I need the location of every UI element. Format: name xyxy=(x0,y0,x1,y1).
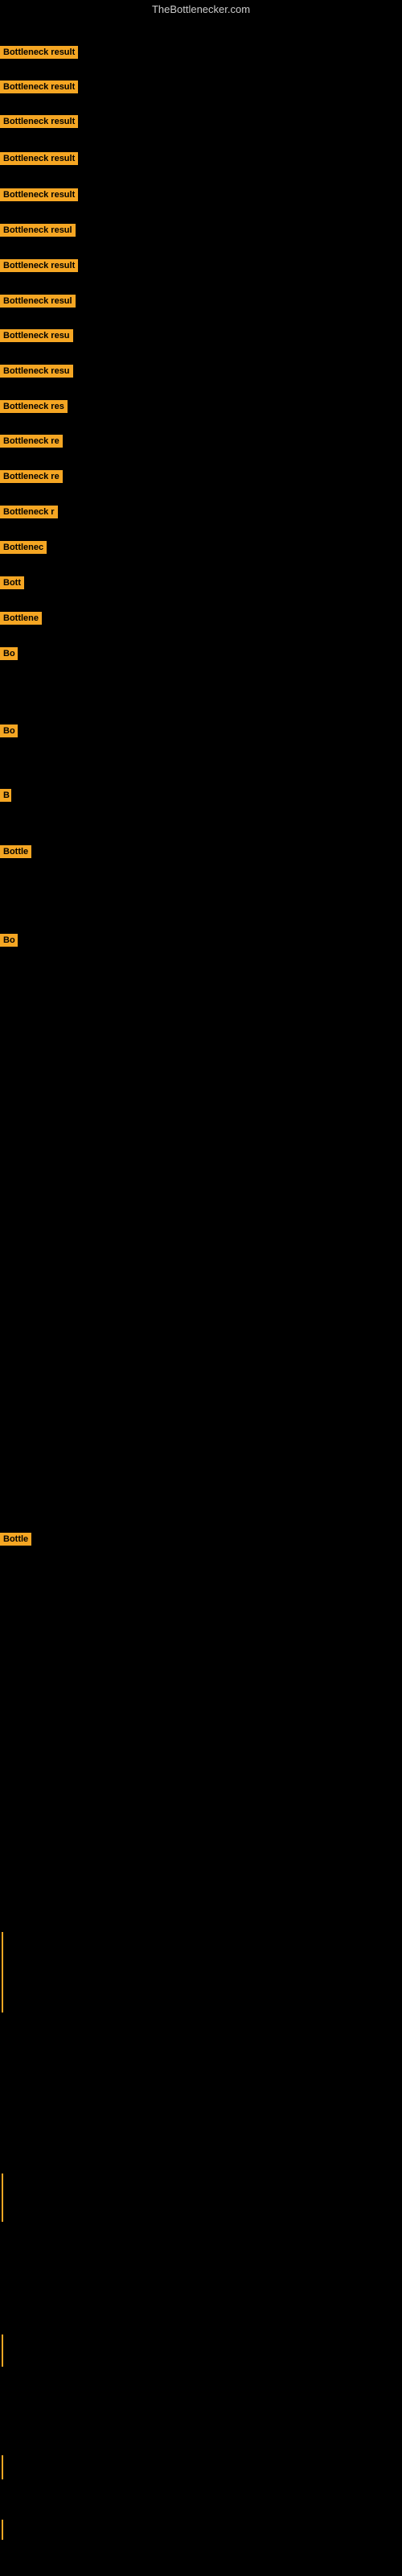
badge-label-22: Bo xyxy=(0,934,18,947)
site-title: TheBottlenecker.com xyxy=(0,0,402,19)
badge-label-16: Bott xyxy=(0,576,24,589)
bottleneck-badge-12: Bottleneck re xyxy=(0,435,63,452)
bottleneck-badge-4: Bottleneck result xyxy=(0,152,78,169)
bottleneck-badge-9: Bottleneck resu xyxy=(0,329,73,346)
badge-label-10: Bottleneck resu xyxy=(0,365,73,378)
vertical-line-2 xyxy=(2,2174,3,2222)
bottleneck-badge-6: Bottleneck resul xyxy=(0,224,76,241)
badge-label-9: Bottleneck resu xyxy=(0,329,73,342)
bottleneck-badge-13: Bottleneck re xyxy=(0,470,63,487)
bottleneck-badge-19: Bo xyxy=(0,724,18,741)
badge-label-15: Bottlenec xyxy=(0,541,47,554)
badge-label-21: Bottle xyxy=(0,845,31,858)
bottleneck-badge-16: Bott xyxy=(0,576,24,593)
bottleneck-badge-5: Bottleneck result xyxy=(0,188,78,205)
bottleneck-badge-10: Bottleneck resu xyxy=(0,365,73,382)
badge-label-2: Bottleneck result xyxy=(0,80,78,93)
badge-label-8: Bottleneck resul xyxy=(0,295,76,308)
bottleneck-badge-11: Bottleneck res xyxy=(0,400,68,417)
badge-label-5: Bottleneck result xyxy=(0,188,78,201)
badge-label-23: Bottle xyxy=(0,1533,31,1546)
bottleneck-badge-20: B xyxy=(0,789,11,806)
vertical-line-3 xyxy=(2,2334,3,2367)
badge-label-18: Bo xyxy=(0,647,18,660)
badge-label-6: Bottleneck resul xyxy=(0,224,76,237)
badge-label-1: Bottleneck result xyxy=(0,46,78,59)
badge-label-20: B xyxy=(0,789,11,802)
badge-label-19: Bo xyxy=(0,724,18,737)
badge-label-7: Bottleneck result xyxy=(0,259,78,272)
bottleneck-badge-8: Bottleneck resul xyxy=(0,295,76,312)
bottleneck-badge-1: Bottleneck result xyxy=(0,46,78,63)
bottleneck-badge-14: Bottleneck r xyxy=(0,506,58,522)
bottleneck-badge-21: Bottle xyxy=(0,845,31,862)
badge-label-17: Bottlene xyxy=(0,612,42,625)
badge-label-14: Bottleneck r xyxy=(0,506,58,518)
bottleneck-badge-3: Bottleneck result xyxy=(0,115,78,132)
badge-label-12: Bottleneck re xyxy=(0,435,63,448)
badge-label-3: Bottleneck result xyxy=(0,115,78,128)
badge-label-11: Bottleneck res xyxy=(0,400,68,413)
bottleneck-badge-7: Bottleneck result xyxy=(0,259,78,276)
bottleneck-badge-15: Bottlenec xyxy=(0,541,47,558)
bottleneck-badge-18: Bo xyxy=(0,647,18,664)
vertical-line-1 xyxy=(2,1932,3,2013)
bottleneck-badge-23: Bottle xyxy=(0,1533,31,1550)
vertical-line-5 xyxy=(2,2520,3,2540)
bottleneck-badge-22: Bo xyxy=(0,934,18,951)
badge-label-13: Bottleneck re xyxy=(0,470,63,483)
bottleneck-badge-17: Bottlene xyxy=(0,612,42,629)
bottleneck-badge-2: Bottleneck result xyxy=(0,80,78,97)
badge-label-4: Bottleneck result xyxy=(0,152,78,165)
vertical-line-4 xyxy=(2,2455,3,2479)
